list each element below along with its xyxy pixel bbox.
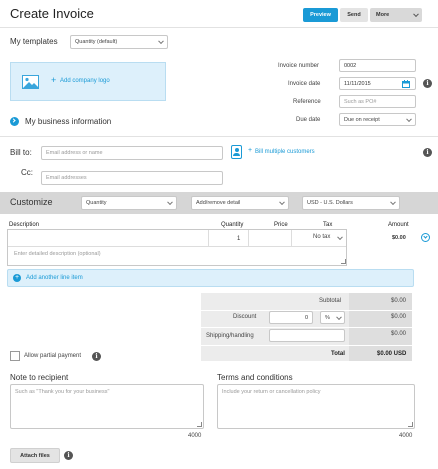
col-tax: Tax	[323, 222, 333, 228]
discount-field-value: 0	[304, 314, 308, 321]
col-amount: Amount	[388, 222, 409, 228]
note-field[interactable]: Such as "Thank you for your business"	[10, 384, 204, 429]
plus-circle-icon: +	[13, 274, 21, 282]
col-price: Price	[274, 222, 288, 228]
contacts-icon[interactable]	[231, 145, 242, 159]
due-date-label: Due date	[296, 117, 321, 123]
discount-value: $0.00	[391, 314, 407, 320]
chevron-down-icon	[336, 313, 342, 320]
chevron-down-icon	[279, 199, 285, 206]
resize-handle-icon[interactable]	[197, 422, 202, 427]
chevron-down-icon	[390, 199, 396, 206]
customize-label: Customize	[10, 197, 53, 207]
remove-item-icon[interactable]	[421, 233, 430, 242]
partial-payment-checkbox[interactable]	[10, 351, 20, 361]
business-info-link[interactable]: My business information	[25, 117, 111, 126]
templates-label: My templates	[10, 37, 58, 46]
discount-field[interactable]: 0	[269, 311, 313, 324]
currency-select[interactable]: USD - U.S. Dollars	[302, 196, 400, 210]
resize-handle-icon[interactable]	[341, 259, 346, 264]
currency-select-value: USD - U.S. Dollars	[307, 200, 353, 206]
detail-select-value: Add/remove detail	[196, 200, 241, 206]
total-value: $0.00 USD	[377, 351, 407, 357]
chevron-down-icon	[337, 233, 343, 240]
cc-label: Cc:	[21, 168, 33, 177]
invoice-number-label: Invoice number	[278, 63, 320, 69]
discount-unit-select[interactable]: %	[320, 311, 345, 324]
item-quantity-field[interactable]: 1	[237, 236, 240, 242]
chevron-down-icon	[406, 115, 412, 122]
invoice-date-value: 11/11/2015	[344, 80, 371, 87]
add-logo-label: Add company logo	[60, 78, 110, 84]
send-button[interactable]: Send	[340, 8, 368, 22]
item-detail-field[interactable]: Enter detailed description (optional)	[14, 251, 101, 257]
item-tax-value: No tax	[313, 234, 331, 240]
info-icon[interactable]: i	[423, 148, 432, 157]
info-icon[interactable]: i	[423, 79, 432, 88]
chevron-down-icon	[158, 38, 164, 45]
templates-selected: Quantity (default)	[75, 39, 118, 45]
add-line-item-label: Add another line item	[26, 275, 83, 281]
due-date-value: Due on receipt	[344, 116, 380, 123]
col-quantity: Quantity	[221, 222, 244, 228]
templates-select[interactable]: Quantity (default)	[70, 35, 168, 49]
discount-unit-value: %	[325, 314, 330, 321]
more-button[interactable]: More	[370, 8, 422, 22]
bill-multiple-link[interactable]: Bill multiple customers	[255, 149, 315, 155]
note-char-counter: 4000	[188, 433, 202, 439]
item-description-field[interactable]	[8, 230, 208, 245]
subtotal-value: $0.00	[391, 298, 407, 304]
shipping-value: $0.00	[391, 331, 407, 337]
terms-label: Terms and conditions	[217, 373, 293, 382]
note-label: Note to recipient	[10, 373, 69, 382]
terms-field[interactable]: Include your return or cancellation poli…	[217, 384, 415, 429]
cc-field[interactable]: Email addresses	[41, 171, 223, 185]
item-tax-select[interactable]: No tax	[291, 230, 346, 245]
quantity-select-value: Quantity	[86, 200, 107, 206]
bill-to-field[interactable]: Email address or name	[41, 146, 223, 160]
col-description: Description	[9, 222, 40, 228]
invoice-number-field[interactable]: 0002	[339, 59, 416, 72]
detail-select[interactable]: Add/remove detail	[191, 196, 289, 210]
invoice-date-label: Invoice date	[288, 81, 321, 87]
calendar-icon[interactable]	[402, 80, 410, 88]
preview-button[interactable]: Preview	[303, 8, 338, 22]
info-icon[interactable]: i	[64, 451, 73, 460]
attach-files-button[interactable]: Attach files	[10, 448, 60, 463]
add-line-item-button[interactable]: + Add another line item	[7, 269, 414, 287]
partial-payment-label: Allow partial payment	[24, 353, 82, 359]
item-price-field[interactable]	[249, 230, 290, 245]
page-title: Create Invoice	[10, 6, 94, 21]
info-icon[interactable]: i	[92, 352, 101, 361]
shipping-label: Shipping/handling	[206, 333, 254, 339]
chevron-down-icon	[167, 199, 173, 206]
bill-to-label: Bill to:	[10, 148, 32, 157]
due-date-select[interactable]: Due on receipt	[339, 113, 416, 126]
plus-icon: +	[248, 147, 253, 154]
invoice-date-field[interactable]: 11/11/2015	[339, 77, 416, 90]
quantity-select[interactable]: Quantity	[81, 196, 177, 210]
plus-icon: +	[51, 75, 57, 85]
terms-char-counter: 4000	[399, 433, 413, 439]
chevron-circle-icon[interactable]	[10, 117, 19, 126]
terms-placeholder: Include your return or cancellation poli…	[222, 389, 321, 395]
discount-label: Discount	[233, 314, 257, 320]
company-logo-box[interactable]: + Add company logo	[10, 62, 166, 101]
resize-handle-icon[interactable]	[408, 422, 413, 427]
item-amount: $0.00	[392, 235, 406, 241]
note-placeholder: Such as "Thank you for your business"	[15, 389, 110, 395]
total-label: Total	[331, 351, 345, 357]
image-icon	[22, 75, 39, 89]
more-label: More	[376, 12, 390, 18]
shipping-field[interactable]	[269, 329, 345, 342]
reference-field[interactable]: Such as PO#	[339, 95, 416, 108]
reference-label: Reference	[293, 99, 321, 105]
chevron-down-icon	[413, 11, 419, 18]
subtotal-label: Subtotal	[319, 298, 342, 304]
